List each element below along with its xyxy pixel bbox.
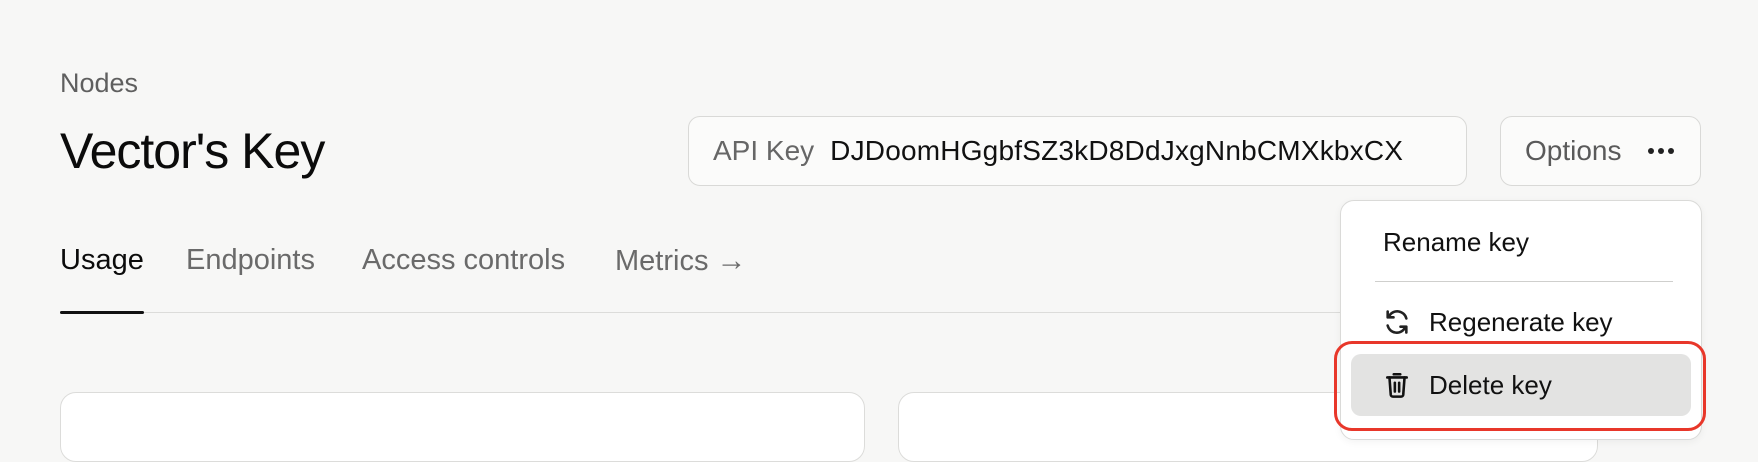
arrow-right-icon: → xyxy=(716,244,747,277)
tab-bar: Usage Endpoints Access controls Metrics → xyxy=(60,240,1460,314)
tab-usage-label: Usage xyxy=(60,244,144,276)
tab-endpoints-label: Endpoints xyxy=(186,244,315,276)
api-key-field[interactable]: API Key DJDoomHGgbfSZ3kD8DdJxgNnbCMXkbxC… xyxy=(688,116,1467,186)
regenerate-key-label: Regenerate key xyxy=(1429,306,1613,337)
regenerate-key-item[interactable]: Regenerate key xyxy=(1351,291,1691,353)
page-title: Vector's Key xyxy=(60,123,325,179)
options-button[interactable]: Options xyxy=(1500,116,1701,186)
delete-key-item[interactable]: Delete key xyxy=(1351,354,1691,416)
options-menu: Rename key Regenerate key Delete key xyxy=(1340,200,1702,440)
breadcrumb[interactable]: Nodes xyxy=(60,68,138,99)
tab-usage[interactable]: Usage xyxy=(60,240,144,314)
ellipsis-icon xyxy=(1647,148,1674,154)
usage-card xyxy=(60,392,865,462)
api-key-label: API Key xyxy=(713,135,815,166)
tab-endpoints[interactable]: Endpoints xyxy=(186,240,315,312)
tab-metrics-label: Metrics xyxy=(615,245,709,277)
tab-access-controls-label: Access controls xyxy=(362,244,566,276)
tab-metrics[interactable]: Metrics → xyxy=(615,240,746,312)
api-key-value[interactable]: DJDoomHGgbfSZ3kD8DdJxgNnbCMXkbxCX xyxy=(830,135,1403,167)
delete-key-label: Delete key xyxy=(1429,369,1552,400)
trash-icon xyxy=(1383,371,1411,399)
rename-key-label: Rename key xyxy=(1383,226,1529,257)
tab-access-controls[interactable]: Access controls xyxy=(362,240,565,312)
refresh-icon xyxy=(1383,308,1411,336)
menu-divider xyxy=(1375,281,1673,282)
options-label: Options xyxy=(1525,135,1622,166)
rename-key-item[interactable]: Rename key xyxy=(1351,211,1691,273)
